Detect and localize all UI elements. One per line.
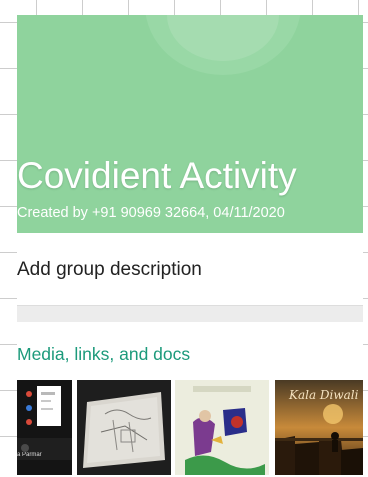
add-group-description[interactable]: Add group description (17, 259, 202, 281)
section-divider (17, 305, 363, 322)
media-thumbnail-4[interactable]: Kala Diwali (275, 380, 363, 475)
group-info-screen: Covidient Activity Created by +91 90969 … (17, 15, 363, 477)
media-thumbnail-3[interactable] (175, 380, 269, 475)
group-name: Covidient Activity (17, 155, 297, 196)
media-thumbnails: Kala Diwali a Parmar (17, 380, 363, 475)
video-call-screenshot-icon (17, 380, 72, 475)
media-links-docs-title[interactable]: Media, links, and docs (17, 344, 190, 365)
media-thumbnail-2[interactable] (77, 380, 171, 475)
sketch-drawing-icon (77, 380, 171, 475)
group-header[interactable]: Covidient Activity Created by +91 90969 … (17, 15, 363, 233)
group-created-by: Created by +91 90969 32664, 04/11/2020 (17, 205, 285, 221)
poster-caption: Kala Diwali (289, 388, 359, 402)
painting-icon (175, 380, 269, 475)
thumbnail-caption-overlay: a Parmar (17, 452, 42, 458)
media-thumbnail-1[interactable] (17, 380, 72, 475)
